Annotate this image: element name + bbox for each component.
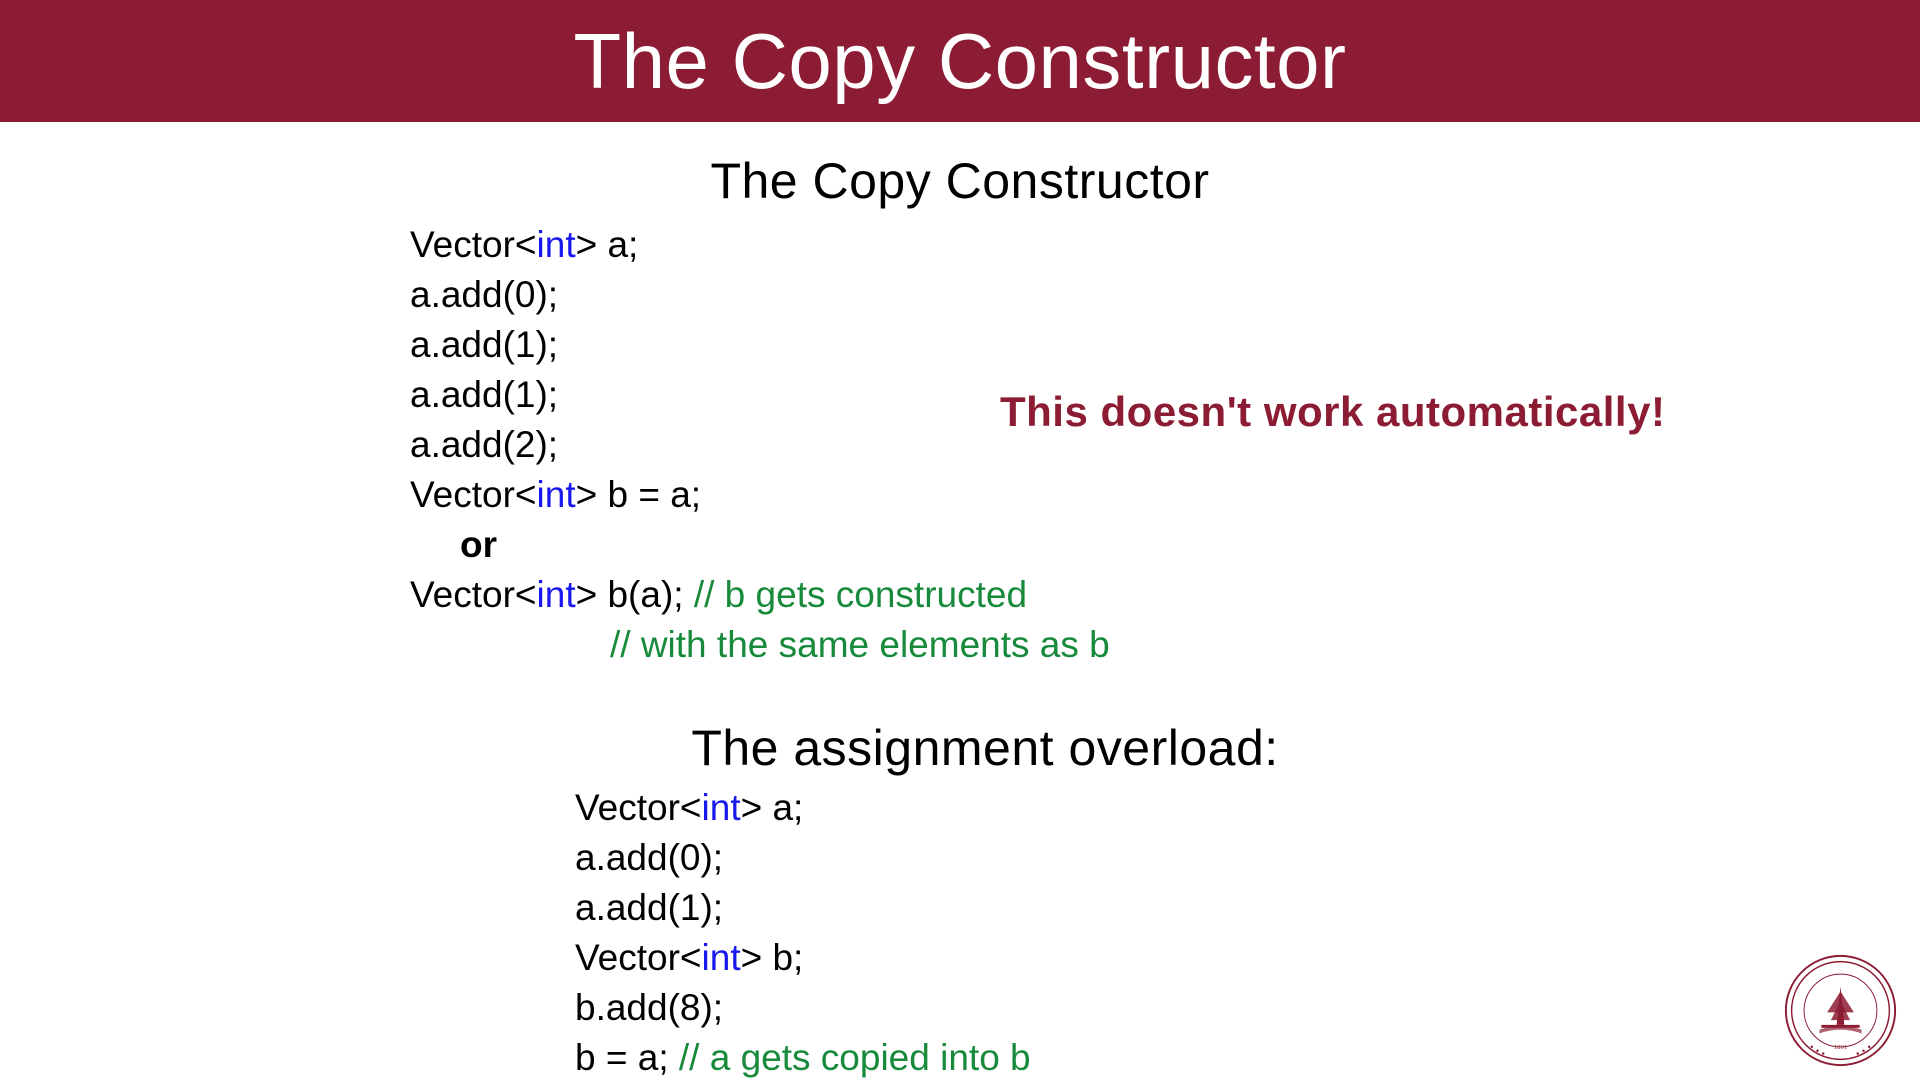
code-line: // with the same elements as b (410, 620, 1920, 670)
code-text: > b; (741, 937, 804, 978)
code-line: a.add(1); (575, 883, 1920, 933)
keyword-int: int (537, 474, 576, 515)
code-line-or: or (410, 520, 1920, 570)
page-title: The Copy Constructor (574, 16, 1347, 107)
keyword-int: int (702, 787, 741, 828)
keyword-int: int (537, 574, 576, 615)
code-line: Vector<int> b(a); // b gets constructed (410, 570, 1920, 620)
slide-content: The Copy Constructor Vector<int> a; a.ad… (0, 152, 1920, 1080)
code-text: b = a; (575, 1037, 679, 1078)
code-comment: // with the same elements as b (610, 624, 1110, 665)
section-2-title: The assignment overload: (0, 719, 1920, 777)
code-line: a.add(0); (575, 833, 1920, 883)
code-text: Vector< (410, 574, 537, 615)
code-comment: // a gets copied into b (679, 1037, 1031, 1078)
code-text: Vector< (575, 787, 702, 828)
code-comment: // b gets constructed (694, 574, 1027, 615)
code-text: > b = a; (576, 474, 702, 515)
code-block-copy-constructor: Vector<int> a; a.add(0); a.add(1); a.add… (410, 220, 1920, 669)
code-text: Vector< (410, 224, 537, 265)
code-text: > a; (741, 787, 804, 828)
code-line: a.add(0); (410, 270, 1920, 320)
code-text: > a; (576, 224, 639, 265)
svg-text:1891: 1891 (1834, 1044, 1847, 1051)
code-line: b.add(8); (575, 983, 1920, 1033)
code-line: Vector<int> b; (575, 933, 1920, 983)
or-word: or (460, 524, 497, 565)
keyword-int: int (537, 224, 576, 265)
keyword-int: int (702, 937, 741, 978)
code-line: Vector<int> a; (410, 220, 1920, 270)
code-line: Vector<int> b = a; (410, 470, 1920, 520)
code-line: b = a; // a gets copied into b (575, 1033, 1920, 1080)
code-text: Vector< (410, 474, 537, 515)
callout-warning: This doesn't work automatically! (1000, 388, 1665, 436)
code-line: a.add(1); (410, 320, 1920, 370)
code-block-assignment: Vector<int> a; a.add(0); a.add(1); Vecto… (575, 783, 1920, 1080)
title-bar: The Copy Constructor (0, 0, 1920, 122)
section-1-title: The Copy Constructor (0, 152, 1920, 210)
code-text: > b(a); (576, 574, 694, 615)
code-line: Vector<int> a; (575, 783, 1920, 833)
code-text: Vector< (575, 937, 702, 978)
university-seal-icon: 1891 (1783, 953, 1898, 1068)
